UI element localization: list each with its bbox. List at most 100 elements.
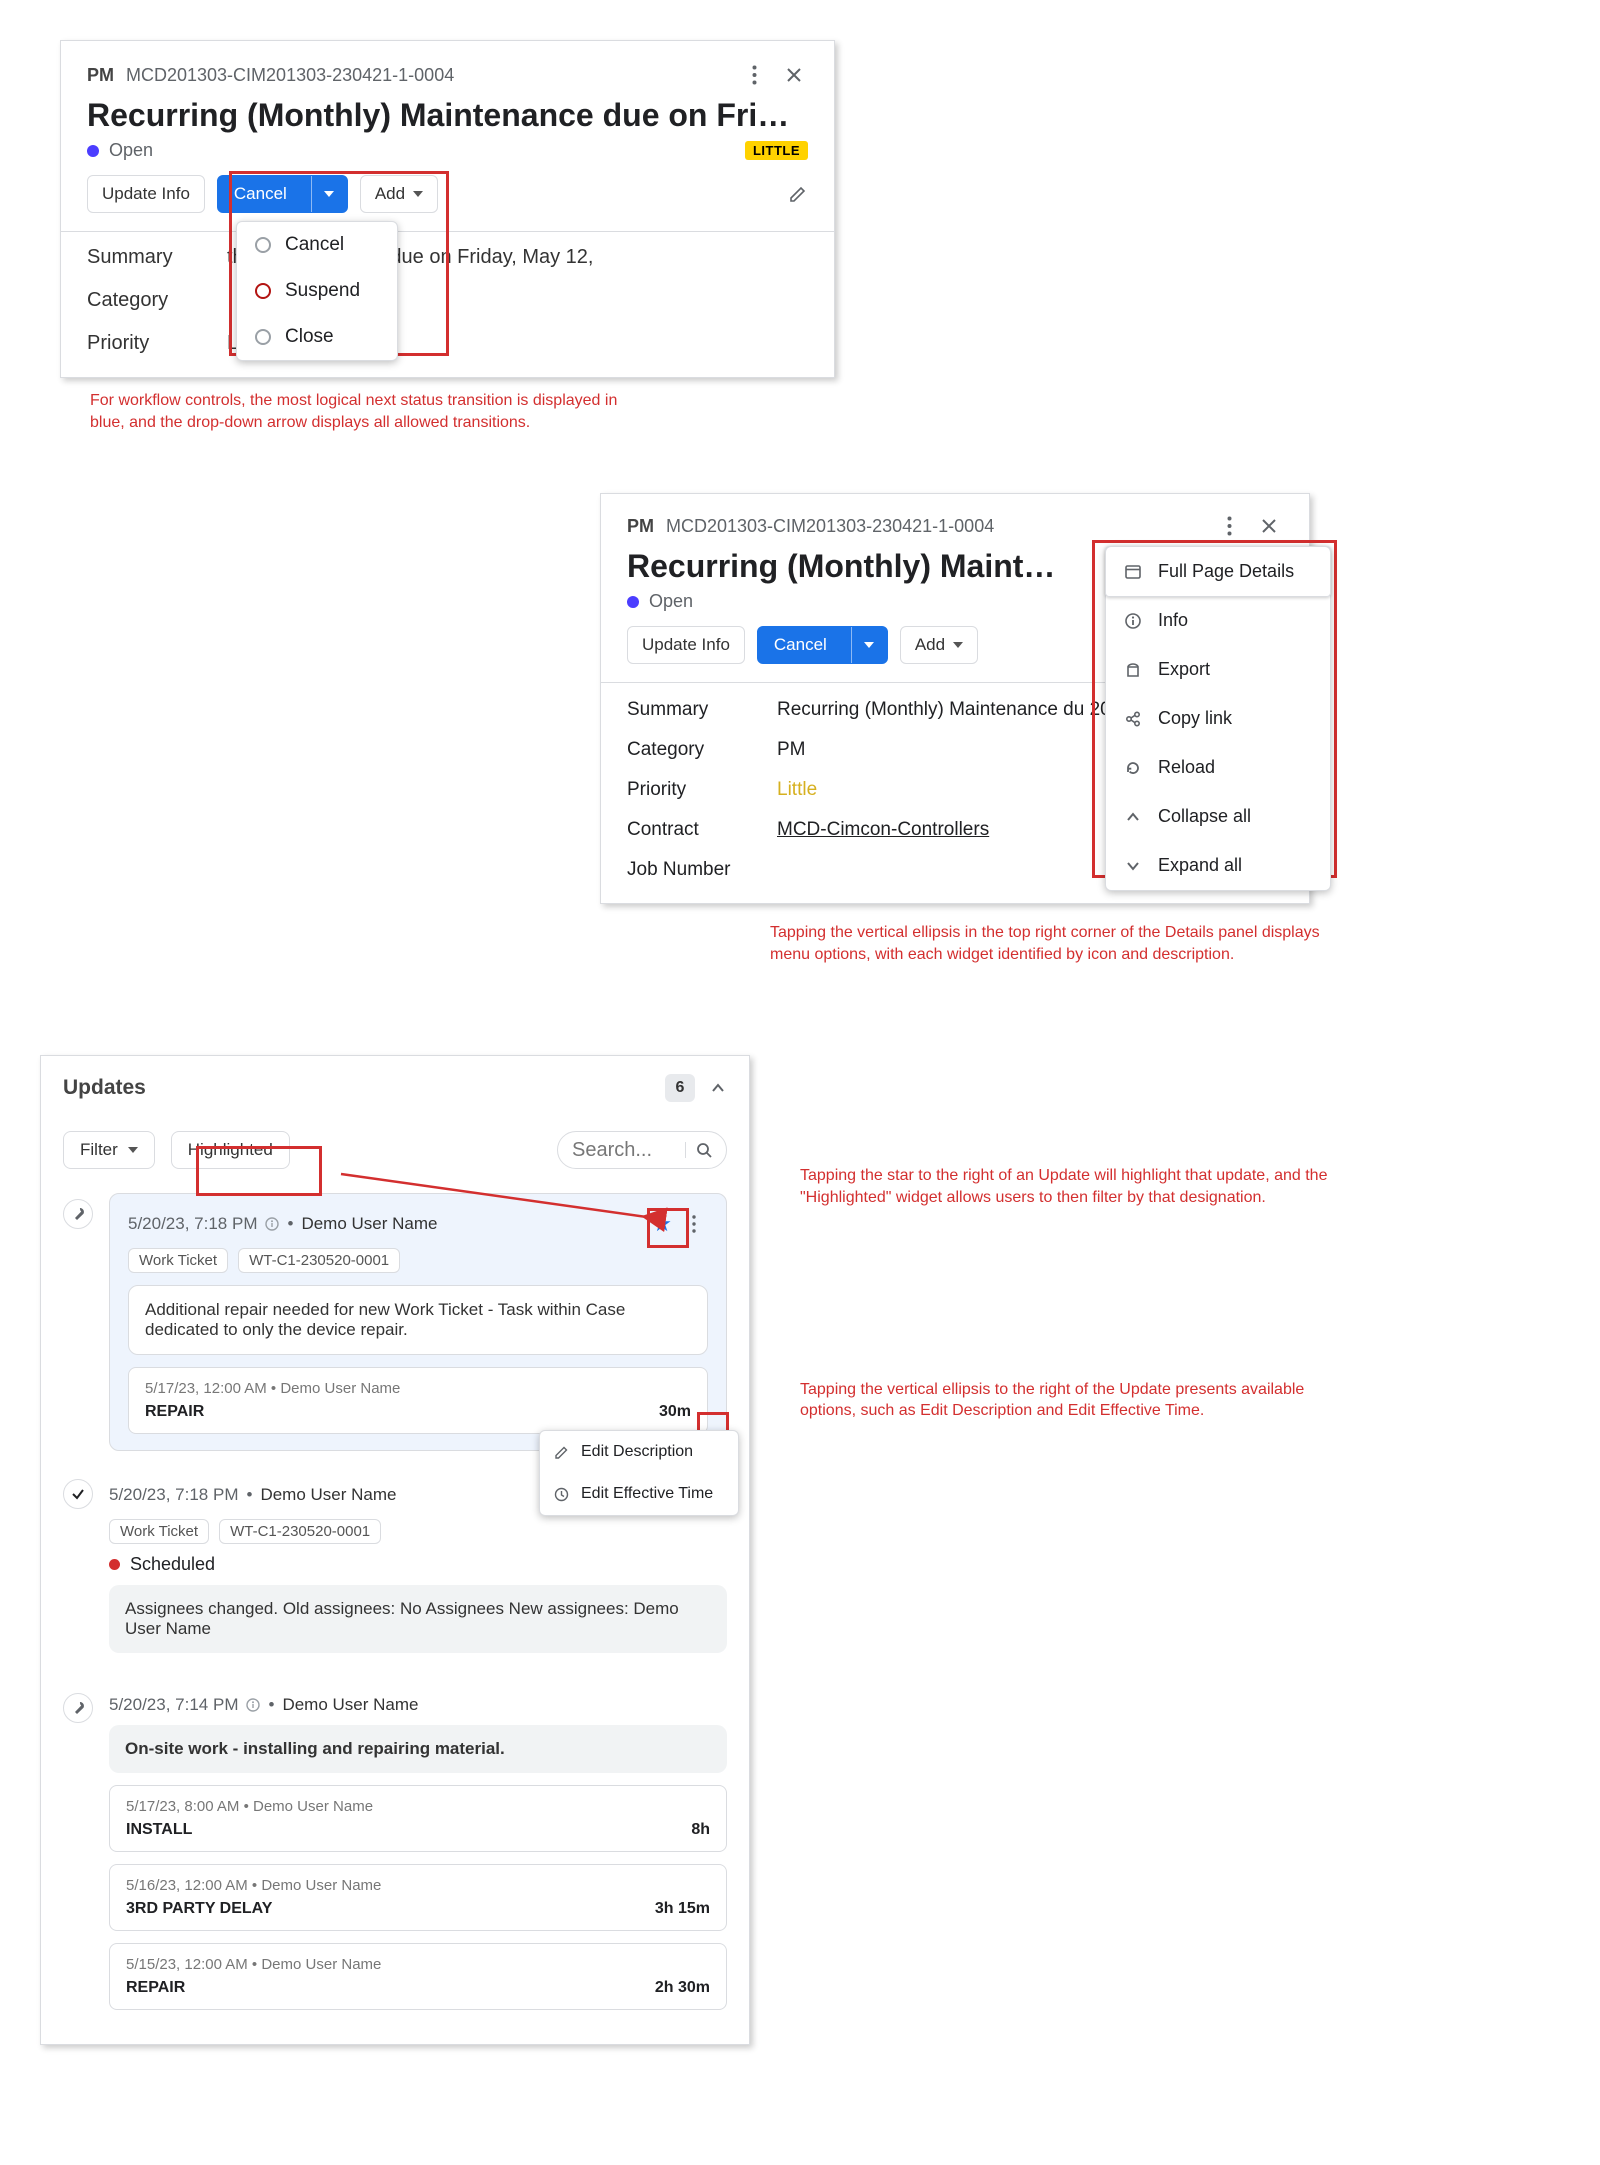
edit-icon[interactable] — [788, 184, 808, 204]
sub-entry: 5/15/23, 12:00 AM • Demo User Name REPAI… — [109, 1943, 727, 2010]
update-info-button[interactable]: Update Info — [627, 626, 745, 664]
record-type: PM — [627, 516, 654, 537]
status-text: Open — [109, 140, 153, 161]
cancel-button[interactable]: Cancel — [217, 175, 348, 213]
priority-badge: LITTLE — [745, 141, 808, 160]
star-icon[interactable]: ★ — [652, 1211, 672, 1237]
cancel-dropdown-toggle[interactable] — [311, 176, 347, 212]
work-ticket-id: WT-C1-230520-0001 — [219, 1519, 381, 1544]
update-user: Demo User Name — [301, 1214, 437, 1234]
update-item: 5/20/23, 7:14 PM • Demo User Name On-sit… — [41, 1687, 749, 2018]
details-panel-1: PM MCD201303-CIM201303-230421-1-0004 Rec… — [60, 40, 835, 378]
caret-down-icon — [413, 191, 423, 197]
update-time: 5/20/23, 7:18 PM — [109, 1485, 238, 1505]
update-note: Assignees changed. Old assignees: No Ass… — [109, 1585, 727, 1653]
caret-down-icon — [128, 1147, 138, 1153]
cancel-button-label: Cancel — [218, 176, 303, 212]
field-label-category: Category — [87, 289, 227, 312]
work-ticket-id: WT-C1-230520-0001 — [238, 1248, 400, 1273]
radio-icon — [255, 283, 271, 299]
field-label-category: Category — [627, 739, 777, 761]
menu-item-edit-description[interactable]: Edit Description — [540, 1431, 738, 1473]
field-label-summary: Summary — [87, 246, 227, 269]
menu-item-copy-link[interactable]: Copy link — [1106, 694, 1330, 743]
status-dot — [87, 145, 99, 157]
record-id: MCD201303-CIM201303-230421-1-0004 — [126, 65, 454, 86]
work-ticket-chip: Work Ticket — [128, 1248, 228, 1273]
info-icon — [246, 1698, 260, 1712]
work-ticket-chip: Work Ticket — [109, 1519, 209, 1544]
field-label-jobnumber: Job Number — [627, 859, 777, 881]
menu-item-collapse-all[interactable]: Collapse all — [1106, 792, 1330, 841]
record-type: PM — [87, 65, 114, 86]
wrench-icon — [63, 1693, 93, 1723]
update-item: 5/20/23, 7:18 PM • Demo User Name ★ Work… — [41, 1193, 749, 1451]
search-placeholder: Search... — [572, 1139, 652, 1162]
transition-dropdown[interactable]: Cancel Suspend Close — [236, 221, 398, 361]
check-icon — [63, 1479, 93, 1509]
radio-icon — [255, 329, 271, 345]
caret-down-icon — [953, 642, 963, 648]
annotation-text-2: Tapping the vertical ellipsis in the top… — [770, 922, 1330, 965]
field-label-priority: Priority — [627, 779, 777, 801]
update-status: Scheduled — [109, 1554, 727, 1575]
kebab-icon[interactable] — [740, 61, 768, 89]
kebab-icon[interactable] — [1215, 512, 1243, 540]
info-icon — [265, 1217, 279, 1231]
annotation-text-3a: Tapping the star to the right of an Upda… — [800, 1165, 1360, 1208]
field-label-contract: Contract — [627, 819, 777, 841]
menu-item-reload[interactable]: Reload — [1106, 743, 1330, 792]
update-user: Demo User Name — [260, 1485, 396, 1505]
add-button-label: Add — [375, 184, 405, 204]
sub-entry: 5/17/23, 12:00 AM • Demo User Name REPAI… — [128, 1367, 708, 1434]
collapse-icon[interactable] — [709, 1079, 727, 1097]
radio-icon — [255, 237, 271, 253]
updates-count: 6 — [665, 1074, 695, 1102]
wrench-icon — [63, 1199, 93, 1229]
record-title: Recurring (Monthly) Maintenance due on F… — [87, 97, 808, 134]
details-overflow-menu[interactable]: Full Page Details Info Export Copy link … — [1105, 546, 1331, 891]
details-panel-2: PM MCD201303-CIM201303-230421-1-0004 Rec… — [600, 493, 1310, 904]
update-user: Demo User Name — [282, 1695, 418, 1715]
record-id: MCD201303-CIM201303-230421-1-0004 — [666, 516, 994, 537]
update-time: 5/20/23, 7:14 PM — [109, 1695, 238, 1715]
menu-item-expand-all[interactable]: Expand all — [1106, 841, 1330, 890]
status-text: Open — [649, 591, 693, 612]
status-dot — [627, 596, 639, 608]
update-info-button[interactable]: Update Info — [87, 175, 205, 213]
sub-entry: 5/17/23, 8:00 AM • Demo User Name INSTAL… — [109, 1785, 727, 1852]
menu-item-full-page-details[interactable]: Full Page Details — [1105, 546, 1331, 597]
filter-button[interactable]: Filter — [63, 1131, 155, 1169]
caret-down-icon — [864, 642, 874, 648]
menu-item-edit-effective-time[interactable]: Edit Effective Time — [540, 1473, 738, 1515]
caret-down-icon — [324, 191, 334, 197]
update-note: Additional repair needed for new Work Ti… — [128, 1285, 708, 1355]
dropdown-item-cancel[interactable]: Cancel — [237, 222, 397, 268]
field-label-priority: Priority — [87, 332, 227, 355]
search-input[interactable]: Search... — [557, 1131, 727, 1169]
field-label-summary: Summary — [627, 699, 777, 721]
add-button[interactable]: Add — [360, 175, 438, 213]
update-time: 5/20/23, 7:18 PM — [128, 1214, 257, 1234]
update-note: On-site work - installing and repairing … — [109, 1725, 727, 1773]
updates-panel: Updates 6 Filter Highlighted Search... — [40, 1055, 750, 2045]
dropdown-item-suspend[interactable]: Suspend — [237, 268, 397, 314]
add-button[interactable]: Add — [900, 626, 978, 664]
annotation-text-3b: Tapping the vertical ellipsis to the rig… — [800, 1379, 1360, 1422]
sub-entry: 5/16/23, 12:00 AM • Demo User Name 3RD P… — [109, 1864, 727, 1931]
close-icon[interactable] — [780, 61, 808, 89]
dropdown-item-close[interactable]: Close — [237, 314, 397, 360]
status-dot-red — [109, 1559, 120, 1570]
close-icon[interactable] — [1255, 512, 1283, 540]
record-title: Recurring (Monthly) Maintenance du — [627, 548, 1067, 585]
highlighted-filter-button[interactable]: Highlighted — [171, 1131, 290, 1169]
menu-item-info[interactable]: Info — [1106, 596, 1330, 645]
search-icon — [685, 1142, 712, 1158]
kebab-icon[interactable] — [680, 1210, 708, 1238]
update-context-menu[interactable]: Edit Description Edit Effective Time — [539, 1430, 739, 1516]
cancel-button[interactable]: Cancel — [757, 626, 888, 664]
cancel-dropdown-toggle[interactable] — [851, 627, 887, 663]
menu-item-export[interactable]: Export — [1106, 645, 1330, 694]
updates-title: Updates — [63, 1076, 146, 1100]
annotation-text-1: For workflow controls, the most logical … — [90, 390, 650, 433]
